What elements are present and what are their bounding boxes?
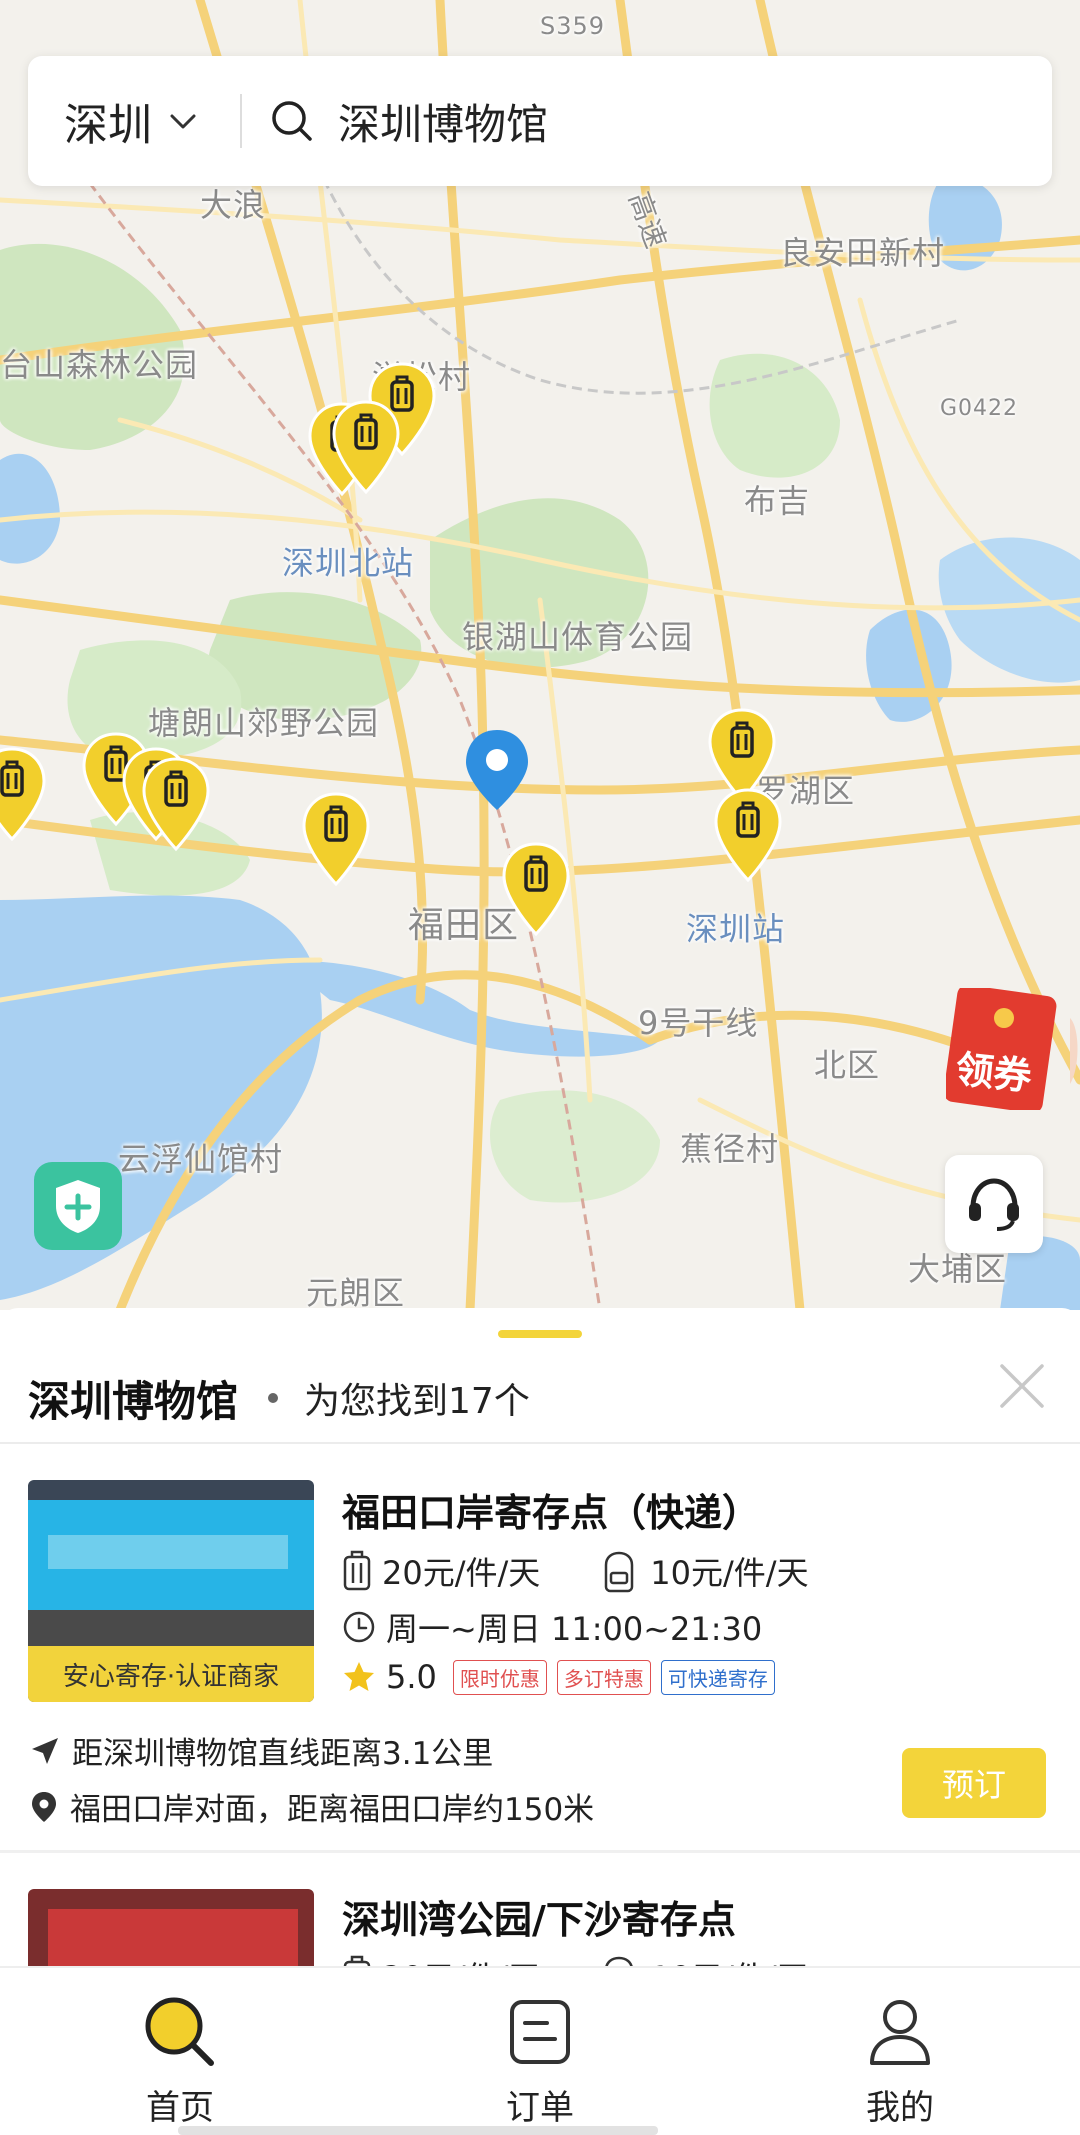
distance-row: 距深圳博物馆直线距离3.1公里 bbox=[30, 1728, 493, 1773]
result-count: 为您找到17个 bbox=[304, 1381, 530, 1422]
hours-row: 周一~周日 11:00~21:30 bbox=[342, 1604, 762, 1650]
storage-photo: 安心寄存·认证商家 bbox=[28, 1480, 314, 1702]
verified-tag: 安心寄存·认证商家 bbox=[28, 1646, 314, 1702]
clock-icon bbox=[343, 1611, 375, 1643]
rating-row: 5.0 限时优惠 多订特惠 可快递寄存 bbox=[342, 1658, 775, 1696]
star-icon bbox=[344, 1662, 374, 1691]
storage-location-pin[interactable] bbox=[712, 786, 784, 886]
map-view[interactable]: S359 大浪 良安田新村 台山森林公园 滋松村 G0422 布吉 深圳北站 银… bbox=[0, 0, 1080, 1310]
book-button[interactable]: 预订 bbox=[902, 1748, 1046, 1818]
map-label: G0422 bbox=[940, 396, 1019, 421]
backpack-icon bbox=[605, 1551, 634, 1593]
storage-location-pin[interactable] bbox=[330, 398, 402, 498]
coupon-label: 领券 bbox=[953, 1047, 1034, 1099]
drag-handle[interactable] bbox=[498, 1330, 582, 1338]
divider bbox=[240, 94, 242, 148]
price-luggage: 20元/件/天 bbox=[382, 1554, 541, 1592]
storage-location-pin[interactable] bbox=[0, 745, 48, 845]
search-icon bbox=[272, 101, 312, 141]
luggage-pin-icon bbox=[142, 757, 210, 852]
tab-label: 首页 bbox=[146, 2088, 214, 2128]
map-label: 布吉 bbox=[744, 482, 811, 520]
city-selector[interactable]: 深圳 bbox=[64, 91, 200, 151]
separator-dot bbox=[268, 1393, 279, 1403]
badge-multi-discount: 多订特惠 bbox=[556, 1659, 651, 1695]
headset-icon bbox=[969, 1178, 1019, 1231]
chevron-down-icon bbox=[170, 114, 196, 129]
map-label: 北区 bbox=[814, 1046, 881, 1084]
opening-hours: 周一~周日 11:00~21:30 bbox=[386, 1610, 763, 1648]
user-icon bbox=[870, 2000, 930, 2065]
map-label: 塘朗山郊野公园 bbox=[148, 704, 380, 742]
rating-value: 5.0 bbox=[386, 1658, 437, 1696]
results-title: 深圳博物馆 bbox=[28, 1376, 239, 1426]
storage-location-pin[interactable] bbox=[140, 755, 212, 855]
map-label: 银湖山体育公园 bbox=[462, 618, 694, 656]
search-input[interactable]: 深圳博物馆 bbox=[338, 91, 548, 152]
luggage-pin-icon bbox=[302, 792, 370, 887]
address-text: 福田口岸对面，距离福田口岸约150米 bbox=[70, 1792, 595, 1828]
tab-home[interactable]: 首页 bbox=[0, 1968, 360, 2135]
tab-label: 我的 bbox=[866, 2088, 934, 2128]
map-label: 云浮仙馆村 bbox=[118, 1140, 284, 1178]
close-icon[interactable] bbox=[994, 1358, 1050, 1414]
storage-location-pin[interactable] bbox=[300, 790, 372, 890]
badge-express-storage: 可快递寄存 bbox=[660, 1659, 775, 1695]
storage-photo-image bbox=[28, 1889, 314, 1968]
luggage-pin-icon bbox=[502, 842, 570, 937]
map-label: S359 bbox=[540, 12, 606, 40]
shield-plus-icon bbox=[56, 1180, 100, 1233]
results-header: 深圳博物馆 为您找到17个 bbox=[0, 1356, 1080, 1440]
tab-profile[interactable]: 我的 bbox=[720, 1968, 1080, 2135]
map-label: 大浪 bbox=[200, 186, 267, 224]
city-label: 深圳 bbox=[64, 100, 152, 151]
storage-card[interactable]: 深圳湾公园/下沙寄存点 20元/件/天 10元/件/天 bbox=[0, 1853, 1080, 1968]
coupon-button[interactable]: 领券 bbox=[943, 984, 1080, 1114]
storage-location-pin[interactable] bbox=[500, 840, 572, 940]
tab-label: 订单 bbox=[506, 2088, 574, 2128]
home-indicator bbox=[178, 2126, 658, 2135]
badge-limited-offer: 限时优惠 bbox=[452, 1659, 547, 1695]
luggage-icon bbox=[343, 1550, 371, 1591]
map-label: 元朗区 bbox=[306, 1274, 406, 1310]
map-label: 深圳站 bbox=[686, 910, 786, 948]
map-label: 深圳北站 bbox=[282, 544, 415, 582]
luggage-pin-icon bbox=[714, 788, 782, 883]
price-bag: 10元/件/天 bbox=[650, 1554, 809, 1592]
customer-service-button[interactable] bbox=[945, 1155, 1043, 1253]
safety-button[interactable] bbox=[34, 1162, 122, 1250]
price-row: 20元/件/天 10元/件/天 bbox=[342, 1548, 809, 1594]
bottom-tab-bar: 首页 订单 我的 bbox=[0, 1966, 1080, 2135]
luggage-pin-icon bbox=[332, 400, 400, 495]
order-icon bbox=[510, 2000, 570, 2064]
storage-title: 福田口岸寄存点（快递） bbox=[342, 1491, 761, 1535]
search-icon bbox=[145, 1997, 214, 2066]
map-label: 蕉径村 bbox=[680, 1130, 780, 1168]
storage-title: 深圳湾公园/下沙寄存点 bbox=[342, 1898, 736, 1942]
storage-photo bbox=[28, 1889, 314, 1968]
luggage-pin-icon bbox=[0, 747, 46, 842]
tab-orders[interactable]: 订单 bbox=[360, 1968, 720, 2135]
address-row: 福田口岸对面，距离福田口岸约150米 bbox=[30, 1784, 594, 1829]
navigation-arrow-icon bbox=[32, 1737, 58, 1764]
results-sheet: 深圳博物馆 为您找到17个 安心寄存·认证商家 福田口岸寄存点（快递） 20元/… bbox=[0, 1308, 1080, 1968]
map-label: 9号干线 bbox=[638, 1004, 759, 1042]
location-pin-icon bbox=[32, 1791, 56, 1822]
distance-text: 距深圳博物馆直线距离3.1公里 bbox=[72, 1736, 494, 1772]
map-label: 台山森林公园 bbox=[0, 346, 199, 384]
search-bar: 深圳 深圳博物馆 bbox=[28, 56, 1052, 186]
map-label: 良安田新村 bbox=[780, 234, 946, 272]
